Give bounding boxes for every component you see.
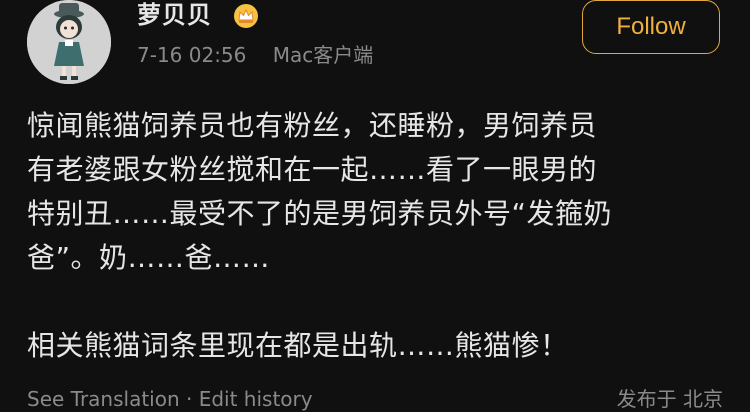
post-text-line: 相关熊猫词条里现在都是出轨……熊猫惨！: [27, 329, 569, 362]
post-text-line: 爸”。奶……爸……: [27, 241, 271, 274]
post-footer: See Translation · Edit history 发布于 北京: [27, 386, 723, 412]
crown-icon[interactable]: [233, 3, 259, 29]
post-text-line: 惊闻熊猫饲养员也有粉丝，还睡粉，男饲养员: [27, 109, 598, 142]
post-location: 发布于 北京: [616, 387, 723, 411]
username[interactable]: 萝贝贝: [137, 0, 212, 30]
post-content: 惊闻熊猫饲养员也有粉丝，还睡粉，男饲养员 有老婆跟女粉丝搅和在一起……看了一眼男…: [27, 104, 727, 368]
weibo-post: 萝贝贝 7-16 02:56 Mac客户端 Follow 惊闻熊猫饲养员也有粉丝…: [0, 0, 750, 411]
post-time: 7-16 02:56: [137, 43, 247, 67]
post-source: Mac客户端: [272, 43, 374, 67]
see-translation-link[interactable]: See Translation · Edit history: [27, 386, 313, 412]
post-text-line: 特别丑……最受不了的是男饲养员外号“发箍奶: [27, 197, 613, 230]
avatar[interactable]: [27, 0, 111, 84]
post-meta: 7-16 02:56 Mac客户端: [137, 42, 373, 68]
post-text-line: 有老婆跟女粉丝搅和在一起……看了一眼男的: [27, 153, 598, 186]
follow-button[interactable]: Follow: [582, 0, 720, 54]
